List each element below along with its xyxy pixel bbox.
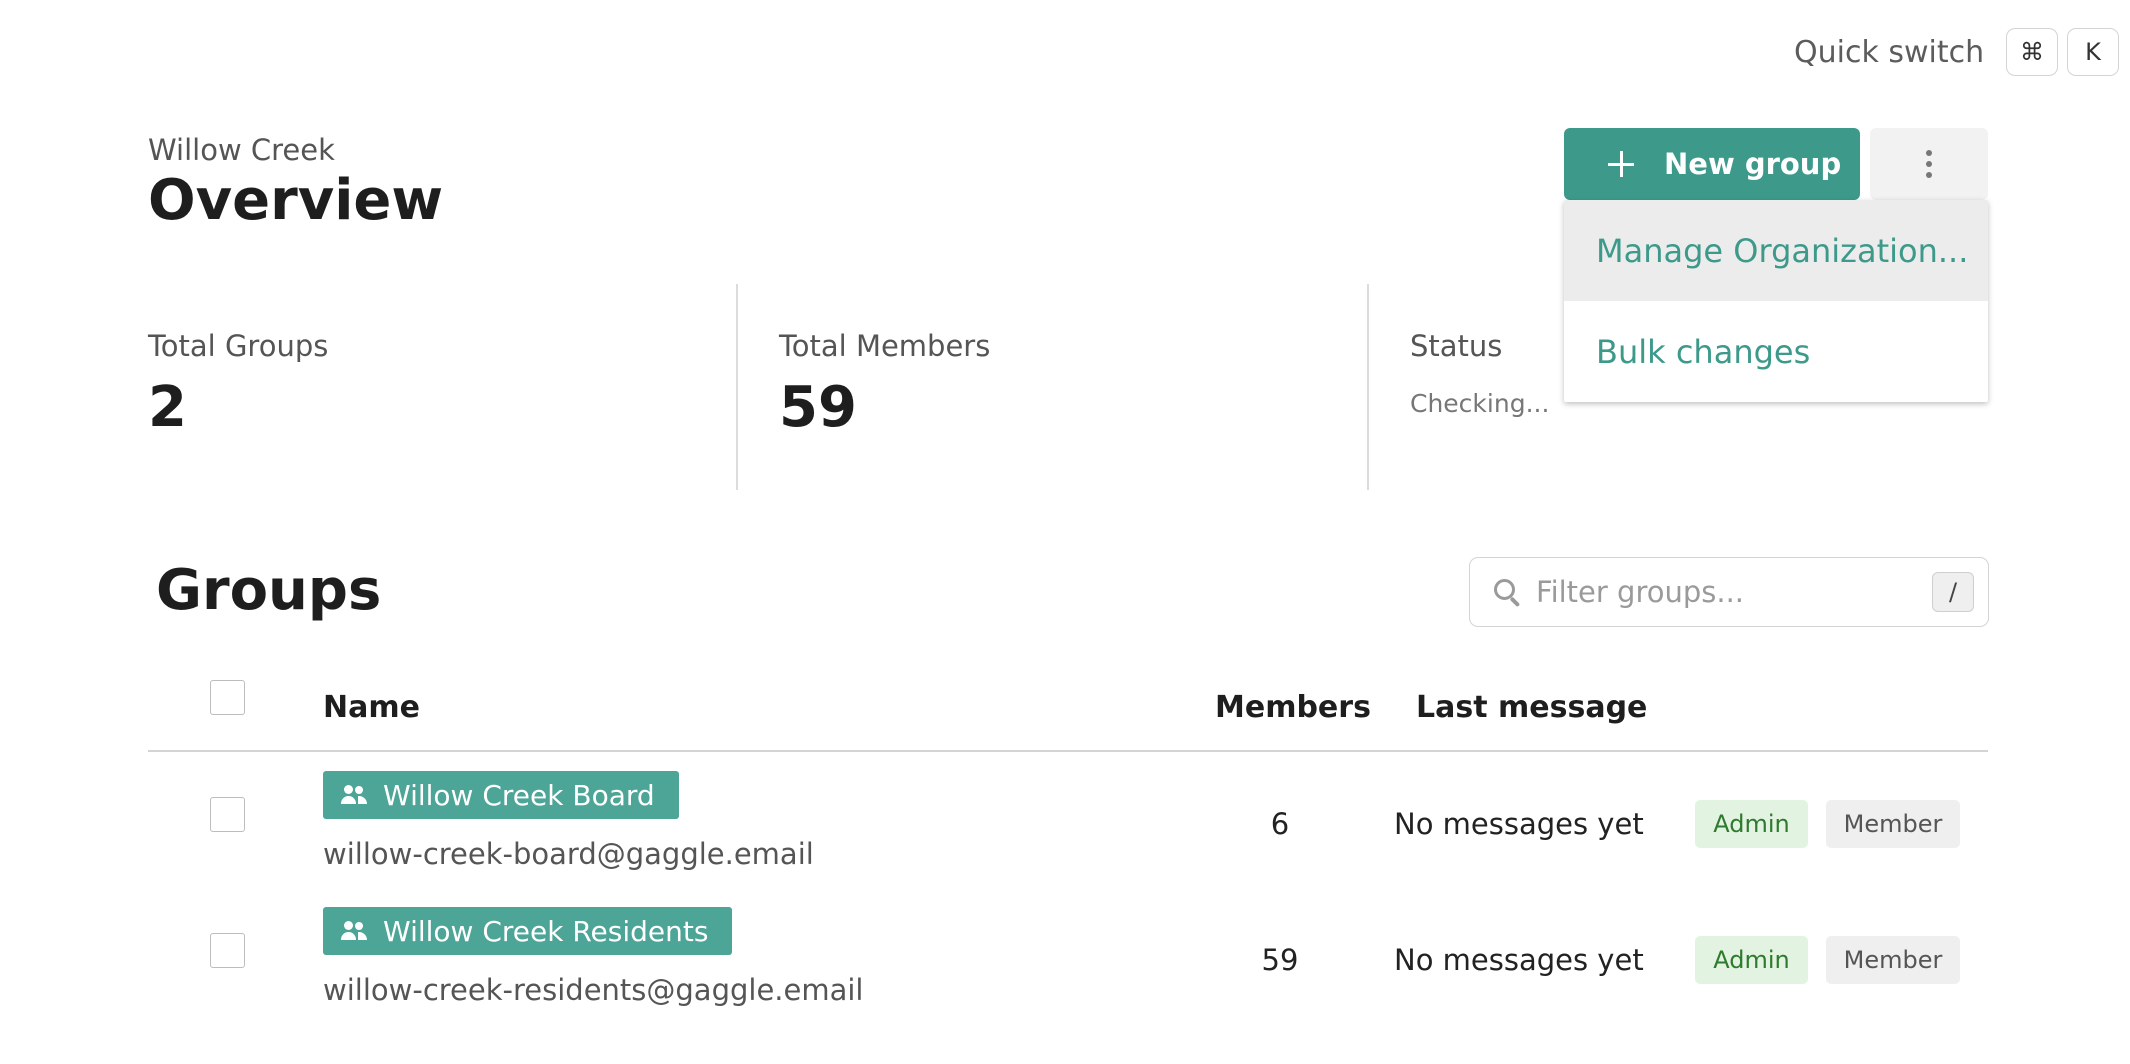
total-groups-label: Total Groups (148, 329, 329, 363)
groups-title: Groups (156, 558, 382, 623)
command-key-icon: ⌘ (2006, 28, 2058, 76)
group-member-count: 6 (1270, 807, 1290, 841)
group-name: Willow Creek Residents (383, 914, 709, 948)
stats-divider (736, 284, 738, 490)
new-group-button[interactable]: New group (1564, 128, 1860, 200)
group-email: willow-creek-residents@gaggle.email (323, 973, 864, 1007)
filter-groups-input[interactable] (1534, 574, 1918, 610)
status-label: Status (1410, 329, 1503, 363)
group-last-message: No messages yet (1394, 807, 1644, 841)
column-header-name[interactable]: Name (323, 689, 420, 727)
total-groups-value: 2 (148, 375, 187, 440)
more-options-menu: Manage Organization... Bulk changes (1564, 200, 1988, 402)
slash-shortcut-key: / (1932, 572, 1974, 612)
group-last-message: No messages yet (1394, 943, 1644, 977)
quick-switch-label[interactable]: Quick switch (1794, 34, 1984, 72)
group-name-chip[interactable]: Willow Creek Residents (323, 907, 733, 955)
page-title: Overview (148, 168, 444, 233)
select-all-checkbox[interactable] (210, 680, 245, 715)
group-people-icon (341, 785, 367, 805)
total-members-value: 59 (779, 375, 857, 440)
k-key: K (2067, 28, 2119, 76)
row-checkbox[interactable] (210, 797, 245, 832)
menu-item-manage-organization[interactable]: Manage Organization... (1564, 200, 1988, 301)
filter-groups-field[interactable]: / (1469, 557, 1989, 627)
group-name: Willow Creek Board (383, 778, 655, 812)
search-icon (1492, 577, 1522, 608)
stats-divider (1367, 284, 1369, 490)
plus-icon (1608, 151, 1634, 177)
admin-badge[interactable]: Admin (1695, 800, 1808, 848)
group-member-count: 59 (1261, 943, 1299, 977)
member-badge[interactable]: Member (1826, 936, 1960, 984)
column-header-last-message[interactable]: Last message (1416, 689, 1647, 727)
more-options-button[interactable] (1870, 128, 1988, 200)
column-header-members[interactable]: Members (1215, 689, 1371, 727)
more-vertical-icon (1926, 150, 1932, 178)
member-badge[interactable]: Member (1826, 800, 1960, 848)
group-name-chip[interactable]: Willow Creek Board (323, 771, 679, 819)
status-value: Checking... (1410, 389, 1550, 418)
admin-badge[interactable]: Admin (1695, 936, 1808, 984)
row-checkbox[interactable] (210, 933, 245, 968)
organization-name: Willow Creek (148, 133, 335, 167)
menu-item-bulk-changes[interactable]: Bulk changes (1564, 301, 1988, 402)
table-header-divider (148, 750, 1988, 752)
total-members-label: Total Members (779, 329, 991, 363)
group-people-icon (341, 921, 367, 941)
new-group-label: New group (1664, 147, 1842, 181)
group-email: willow-creek-board@gaggle.email (323, 837, 814, 871)
